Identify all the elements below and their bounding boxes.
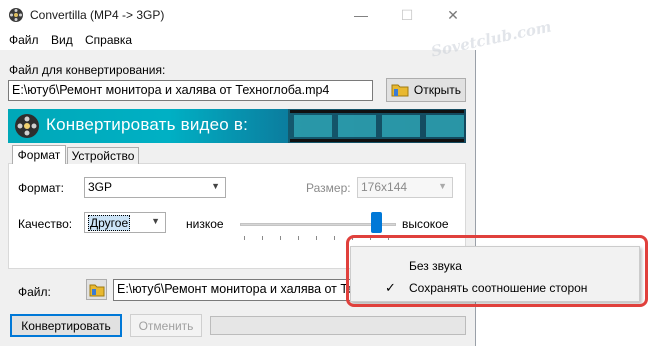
folder-icon [89, 284, 104, 296]
open-folder-icon [391, 84, 409, 97]
film-reel-icon [15, 114, 39, 138]
choose-folder-button[interactable] [86, 279, 107, 300]
format-select[interactable]: 3GP ▼ [84, 177, 226, 198]
highlight-frame [346, 235, 648, 307]
high-quality-label: высокое [402, 217, 449, 231]
quality-select-value: Другое [88, 215, 131, 231]
cancel-button[interactable]: Отменить [130, 314, 202, 337]
minimize-icon: — [354, 7, 368, 23]
minimize-button[interactable]: — [338, 0, 384, 30]
menu-bar: Файл Вид Справка [0, 30, 476, 50]
convert-button[interactable]: Конвертировать [10, 314, 122, 337]
chevron-down-icon: ▼ [151, 216, 160, 226]
source-file-input[interactable]: E:\ютуб\Ремонт монитора и халява от Техн… [8, 80, 373, 101]
source-file-label: Файл для конвертирования: [9, 63, 166, 77]
size-label: Размер: [306, 181, 351, 195]
tab-device[interactable]: Устройство [67, 147, 139, 164]
quality-slider-thumb[interactable] [371, 212, 382, 233]
size-select[interactable]: 176x144 ▼ [357, 177, 453, 198]
maximize-button[interactable]: ☐ [384, 0, 430, 30]
quality-select[interactable]: Другое ▼ [84, 212, 166, 233]
open-button-label: Открыть [413, 83, 462, 97]
maximize-icon: ☐ [400, 6, 414, 23]
menu-file[interactable]: Файл [9, 33, 39, 47]
format-select-value: 3GP [88, 180, 113, 194]
open-button[interactable]: Открыть [386, 78, 466, 102]
quality-label: Качество: [18, 217, 73, 231]
low-quality-label: низкое [186, 217, 224, 231]
close-icon: ✕ [447, 6, 459, 23]
film-reel-icon [9, 8, 23, 22]
size-select-value: 176x144 [361, 180, 408, 194]
banner-title: Конвертировать видео в: [46, 115, 249, 134]
format-label: Формат: [18, 181, 64, 195]
menu-help[interactable]: Справка [85, 33, 132, 47]
chevron-down-icon: ▼ [211, 181, 220, 191]
window-title: Convertilla (MP4 -> 3GP) [30, 8, 165, 22]
chevron-down-icon: ▼ [438, 181, 447, 191]
title-bar: Convertilla (MP4 -> 3GP) — ☐ ✕ [0, 0, 476, 30]
tab-format[interactable]: Формат [12, 145, 66, 164]
convert-banner: Конвертировать видео в: [8, 109, 466, 143]
output-file-input[interactable]: E:\ютуб\Ремонт монитора и халява от Техн… [113, 279, 370, 301]
output-file-label: Файл: [18, 285, 51, 299]
progress-bar [210, 316, 466, 335]
close-button[interactable]: ✕ [430, 0, 476, 30]
menu-view[interactable]: Вид [51, 33, 73, 47]
